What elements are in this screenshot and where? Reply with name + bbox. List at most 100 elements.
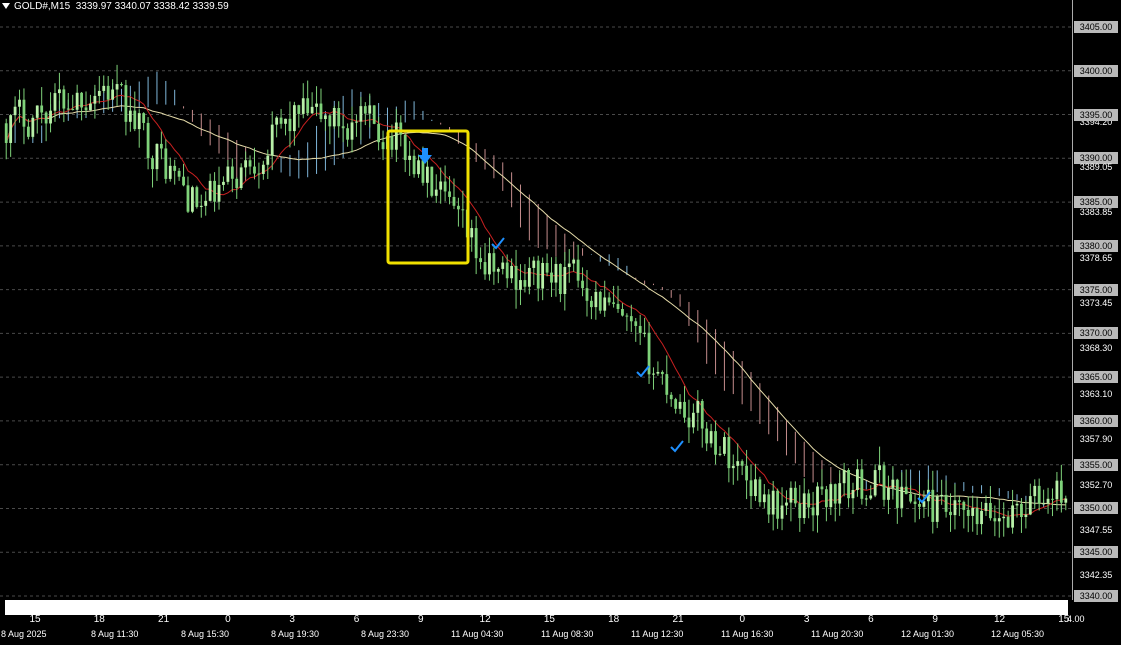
- candle-body: [660, 371, 664, 375]
- candle-body: [350, 122, 354, 140]
- candle: [873, 464, 877, 498]
- price-level-label: 3345.00: [1074, 546, 1118, 559]
- candle: [106, 76, 110, 110]
- candle-body: [550, 272, 553, 283]
- candle-body: [785, 502, 788, 506]
- candle: [696, 390, 700, 431]
- price-tick-label: 3357.90: [1079, 434, 1113, 445]
- candle: [341, 115, 345, 143]
- candle-body: [355, 121, 358, 123]
- candle: [332, 105, 336, 129]
- candle: [199, 194, 203, 218]
- candle-body: [984, 502, 988, 511]
- candle-body: [776, 490, 780, 519]
- candle-body: [80, 92, 83, 108]
- candle-body: [479, 258, 482, 263]
- dropdown-triangle-icon[interactable]: [2, 3, 10, 10]
- candle-body: [128, 110, 132, 122]
- chart-window[interactable]: GOLD#,M15 3339.97 3340.07 3338.42 3339.5…: [0, 0, 1121, 645]
- candle-body: [847, 470, 850, 499]
- candle: [186, 176, 190, 213]
- candle-body: [918, 503, 921, 507]
- candle-body: [71, 109, 75, 111]
- candle-body: [1028, 496, 1032, 515]
- candle-body: [842, 470, 846, 484]
- candle: [727, 427, 731, 483]
- candle: [1002, 502, 1006, 537]
- candle: [164, 139, 168, 184]
- candle: [975, 497, 979, 535]
- hour-tick-label: 3: [289, 614, 295, 625]
- candle-body: [935, 496, 939, 522]
- candle: [288, 101, 292, 148]
- candle-body: [691, 412, 695, 428]
- price-tick-label: 3352.70: [1079, 479, 1113, 490]
- candle-body: [346, 128, 349, 140]
- candle: [217, 166, 221, 210]
- candle-body: [989, 502, 992, 519]
- candle: [989, 486, 992, 521]
- candle: [488, 237, 491, 281]
- date-tick-label: 11 Aug 04:30: [451, 629, 504, 639]
- candle: [75, 84, 79, 111]
- candle-body: [816, 486, 819, 516]
- candle: [13, 96, 17, 126]
- candle-body: [971, 507, 975, 516]
- candle-body: [669, 394, 673, 400]
- candle: [191, 185, 194, 214]
- candle-body: [474, 228, 478, 259]
- candle-body: [115, 84, 119, 90]
- candle: [394, 108, 398, 162]
- candle: [239, 163, 243, 190]
- candle: [581, 267, 584, 297]
- candle-body: [235, 178, 239, 189]
- candle-body: [652, 373, 655, 375]
- candle-body: [856, 469, 859, 491]
- checkmark-icon: [670, 440, 684, 453]
- price-chart-canvas[interactable]: [0, 0, 1121, 645]
- candle-body: [802, 493, 806, 519]
- candle: [944, 480, 948, 518]
- candle-body: [448, 191, 451, 197]
- candle-body: [332, 107, 336, 127]
- candle-body: [576, 259, 580, 281]
- candle: [598, 290, 602, 314]
- candle-body: [111, 89, 115, 100]
- candle-body: [957, 500, 961, 502]
- candle-body: [758, 479, 762, 503]
- candle-body: [904, 486, 908, 495]
- candle-body: [944, 494, 948, 512]
- price-level-label: 3360.00: [1074, 414, 1118, 427]
- candle-body: [598, 291, 602, 311]
- candle: [904, 469, 908, 495]
- candle-body: [510, 265, 514, 279]
- candle-body: [399, 122, 403, 135]
- candle-body: [762, 494, 766, 503]
- candle-body: [993, 518, 997, 522]
- candle-body: [780, 505, 784, 519]
- candle: [297, 104, 301, 128]
- candle: [195, 185, 199, 209]
- candle-body: [833, 484, 837, 504]
- candle-body: [798, 503, 802, 519]
- candle-body: [257, 173, 261, 175]
- candle: [315, 86, 318, 117]
- candle-body: [793, 487, 797, 504]
- price-level-label: 3370.00: [1074, 327, 1118, 340]
- candle-body: [217, 184, 221, 202]
- price-level-label: 3365.00: [1074, 371, 1118, 384]
- candle-body: [532, 260, 536, 268]
- candle-body: [40, 105, 44, 113]
- candle-body: [678, 401, 682, 409]
- hour-tick-label: 15: [543, 614, 555, 625]
- candle: [492, 247, 496, 285]
- candle: [261, 160, 265, 180]
- candle-body: [44, 112, 48, 124]
- candle: [714, 420, 717, 465]
- candle: [709, 423, 713, 448]
- date-tick-label: 12 Aug 01:30: [901, 629, 955, 639]
- candle-body: [745, 465, 748, 481]
- candle-body: [723, 437, 726, 454]
- candle: [390, 124, 394, 158]
- candle: [864, 495, 868, 507]
